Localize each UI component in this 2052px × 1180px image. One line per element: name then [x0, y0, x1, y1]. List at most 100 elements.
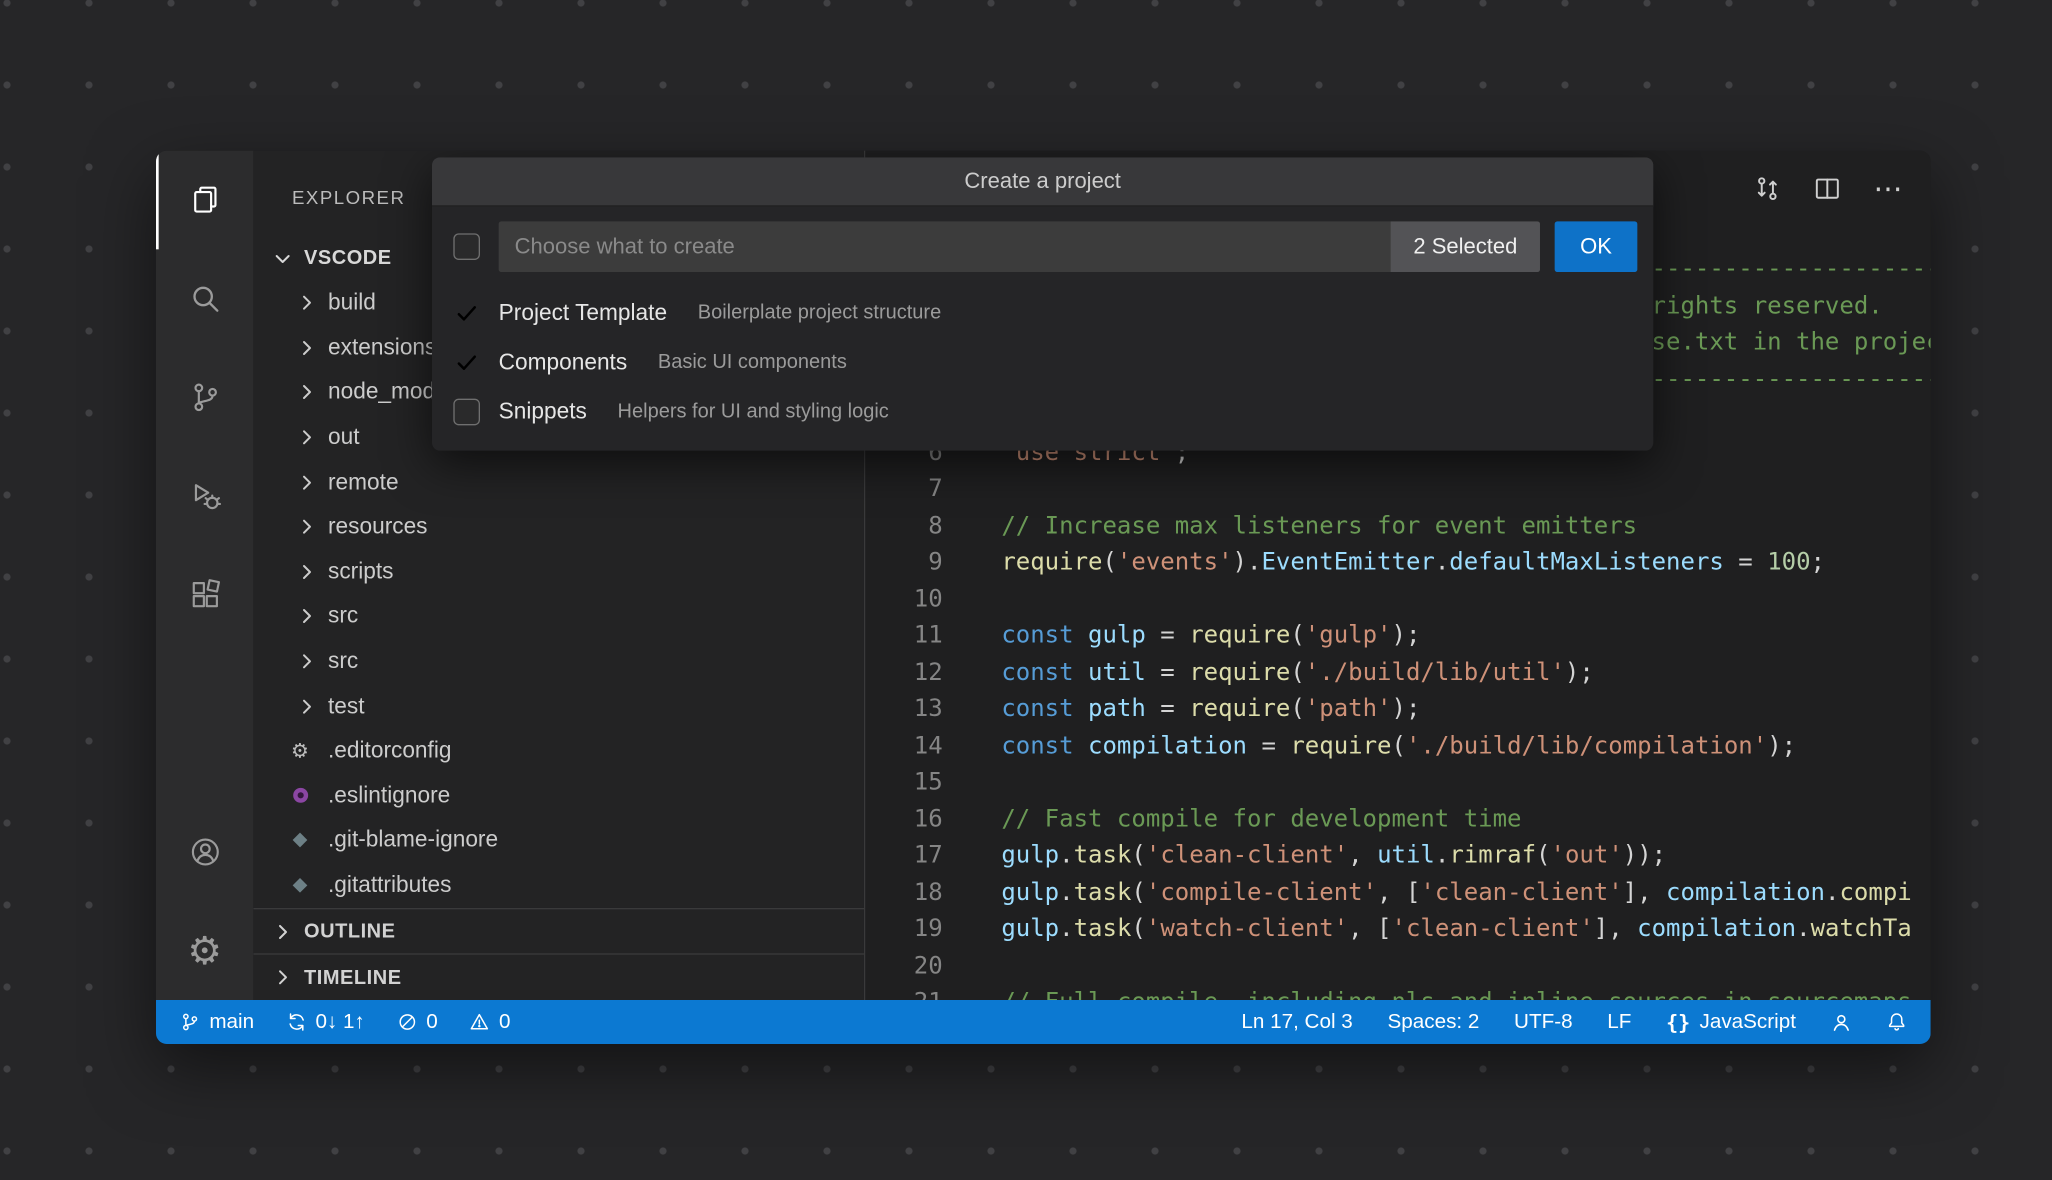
line-number: 14 [913, 731, 943, 760]
tree-item-gitattributes[interactable]: .gitattributes [253, 863, 864, 908]
activity-bar-source-control[interactable] [156, 348, 253, 447]
activity-bar-settings[interactable]: ⚙ [156, 901, 253, 1000]
window-body: ⚙ EXPLORER VSCODE build extensions node_mod… [155, 150, 1931, 1000]
code-text: const path = require('path'); [1001, 694, 1421, 723]
tree-item-git-blame-ignore[interactable]: .git-blame-ignore [253, 818, 864, 863]
status-bar: main 0↓ 1↑ 0 0 Ln 17, Col 3 Spaces: 2 UTF-8 LF… [155, 999, 1931, 1044]
activity-bar-run-debug[interactable] [156, 447, 253, 546]
tree-item-label: resources [327, 513, 428, 540]
extensions-icon [187, 577, 222, 612]
code-text: // Fast compile for development time [1001, 804, 1522, 833]
status-feedback[interactable] [1831, 1011, 1852, 1032]
bell-icon [1887, 1012, 1907, 1032]
checkbox-unchecked-icon[interactable] [453, 397, 480, 425]
dialog-option-snippets[interactable]: Snippets Helpers for UI and styling logic [432, 387, 1653, 436]
checkbox-checked-icon[interactable] [453, 299, 480, 326]
status-language-mode[interactable]: {} JavaScript [1666, 1010, 1796, 1034]
tree-item-test[interactable]: test [253, 684, 864, 729]
tree-item-label: src [327, 603, 359, 629]
activity-bar-extensions[interactable] [156, 545, 253, 644]
line-number: 12 [913, 657, 943, 686]
dialog-title: Create a project [431, 157, 1654, 207]
code-line: 12 const util = require('./build/lib/util… [865, 654, 1930, 691]
line-number: 8 [928, 511, 943, 540]
status-notifications[interactable] [1887, 1012, 1907, 1032]
status-bar-right: Ln 17, Col 3 Spaces: 2 UTF-8 LF {} JavaScript [1241, 1010, 1906, 1034]
more-actions-icon[interactable]: ⋯ [1873, 173, 1904, 202]
settings-icon: ⚙ [187, 927, 222, 973]
code-text: const util = require('./build/lib/util')… [1001, 657, 1594, 686]
status-branch-indicator[interactable]: main [180, 1010, 254, 1034]
chevron-right-icon [272, 967, 293, 988]
status-label: 0↓ 1↑ [315, 1009, 365, 1033]
code-text: gulp.task('clean-client', util.rimraf('o… [1001, 841, 1667, 870]
toggle-all-checkbox[interactable] [453, 233, 480, 260]
checkbox-checked-icon[interactable] [453, 349, 480, 376]
chevron-right-icon [296, 472, 317, 493]
status-warnings-indicator[interactable]: 0 [470, 1010, 511, 1034]
feedback-icon [1831, 1011, 1852, 1032]
dialog-option-components[interactable]: Components Basic UI components [432, 337, 1653, 386]
tree-item-remote[interactable]: remote [253, 460, 864, 505]
status-label: Ln 17, Col 3 [1241, 1009, 1353, 1033]
tree-item-resources[interactable]: resources [253, 505, 864, 550]
code-line: 21// Full compile, including nls and inl… [865, 984, 1930, 1000]
git-file-icon [288, 876, 312, 895]
code-line: 10 [865, 581, 1930, 618]
quick-input-field[interactable] [498, 233, 1391, 260]
status-cursor-position[interactable]: Ln 17, Col 3 [1241, 1010, 1352, 1034]
status-errors-indicator[interactable]: 0 [397, 1010, 438, 1034]
split-editor-icon[interactable] [1813, 175, 1841, 203]
open-changes-icon[interactable] [1753, 175, 1781, 203]
eslint-file-icon [288, 786, 312, 806]
activity-bar-explorer[interactable] [155, 150, 253, 250]
code-text: // Full compile, including nls and inlin… [943, 984, 1911, 1000]
tree-item-editorconfig[interactable]: ⚙ .editorconfig [253, 729, 864, 774]
search-icon [187, 281, 222, 316]
option-label: Project Template [498, 299, 668, 325]
chevron-down-icon [272, 248, 293, 269]
code-text: gulp.task('watch-client', ['clean-client… [1001, 914, 1912, 943]
status-encoding[interactable]: UTF-8 [1514, 1010, 1573, 1034]
option-label: Components [498, 348, 628, 374]
tree-item-eslintignore[interactable]: .eslintignore [253, 773, 864, 818]
tree-item-label: .gitattributes [327, 872, 452, 898]
tree-item-src[interactable]: src [253, 594, 864, 639]
code-text: const gulp = require('gulp'); [1001, 621, 1421, 650]
code-text: gulp.task('compile-client', ['clean-clie… [1001, 877, 1912, 906]
activity-bar-bottom: ⚙ [156, 803, 253, 1000]
vscode-window: ⚙ EXPLORER VSCODE build extensions node_mod… [155, 150, 1931, 1044]
line-number: 7 [928, 474, 943, 503]
run-debug-icon [187, 479, 222, 514]
status-sync-indicator[interactable]: 0↓ 1↑ [286, 1010, 365, 1034]
dialog-option-project-template[interactable]: Project Template Boilerplate project stru… [432, 288, 1653, 337]
chevron-right-icon [296, 516, 317, 537]
option-description: Basic UI components [657, 350, 847, 374]
code-line: 17 gulp.task('clean-client', util.rimraf(… [865, 837, 1930, 874]
tree-item-src[interactable]: src [253, 639, 864, 684]
code-line: 18 gulp.task('compile-client', ['clean-cl… [865, 874, 1930, 911]
activity-bar-search[interactable] [156, 249, 253, 348]
tree-item-scripts[interactable]: scripts [253, 549, 864, 594]
create-project-dialog: Create a project 2 Selected OK Project T… [431, 157, 1654, 451]
line-number: 11 [913, 621, 943, 650]
status-label: JavaScript [1699, 1009, 1796, 1033]
status-indentation[interactable]: Spaces: 2 [1387, 1010, 1479, 1034]
section-outline[interactable]: OUTLINE [253, 907, 864, 954]
editor-toolbar: ⋯ [1753, 173, 1904, 203]
ok-button[interactable]: OK [1554, 221, 1638, 272]
braces-icon: {} [1666, 1009, 1691, 1034]
chevron-right-icon [272, 921, 293, 942]
line-number: 21 [865, 984, 943, 1000]
status-label: 0 [499, 1009, 511, 1033]
line-number: 18 [913, 877, 943, 906]
activity-bar-account[interactable] [156, 803, 253, 902]
git-file-icon [288, 831, 312, 850]
status-eol[interactable]: LF [1607, 1010, 1631, 1034]
section-timeline[interactable]: TIMELINE [253, 953, 864, 1000]
code-line: 13 const path = require('path'); [865, 691, 1930, 728]
chevron-right-icon [296, 606, 317, 627]
line-number: 10 [913, 584, 943, 613]
